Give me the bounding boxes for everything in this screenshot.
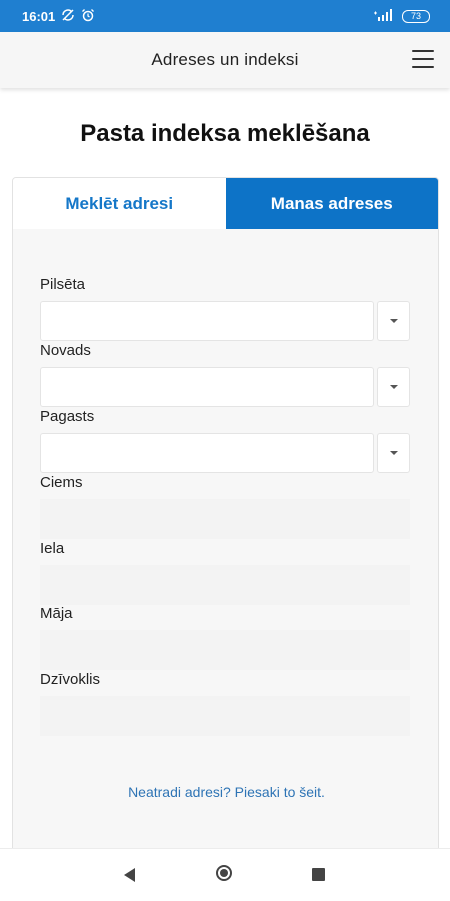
- municipality-select-input[interactable]: [40, 367, 374, 407]
- status-bar-left: 16:01: [22, 8, 95, 25]
- village-label: Ciems: [40, 474, 83, 491]
- municipality-label: Novads: [40, 342, 91, 359]
- tab-bar: Meklēt adresi Manas adreses: [13, 178, 438, 229]
- city-label: Pilsēta: [40, 276, 86, 293]
- app-title: Adreses un indeksi: [151, 50, 299, 69]
- apartment-label: Dzīvoklis: [40, 671, 101, 688]
- house-label: Māja: [40, 605, 73, 622]
- hamburger-menu-icon[interactable]: [412, 50, 434, 68]
- search-card: Meklēt adresi Manas adreses Pilsēta Nova…: [12, 177, 439, 877]
- tab-my-addresses[interactable]: Manas adreses: [225, 178, 438, 229]
- house-input[interactable]: [40, 630, 410, 670]
- parish-select-button[interactable]: [377, 433, 410, 473]
- city-select-button[interactable]: [377, 301, 410, 341]
- chevron-down-icon: [389, 385, 398, 389]
- city-select-input[interactable]: [40, 301, 374, 341]
- chevron-down-icon: [389, 451, 398, 455]
- tab-search-address[interactable]: Meklēt adresi: [13, 178, 226, 229]
- chevron-down-icon: [389, 319, 398, 323]
- parish-select-input[interactable]: [40, 433, 374, 473]
- parish-label: Pagasts: [40, 408, 95, 425]
- municipality-select-button[interactable]: [377, 367, 410, 407]
- app-bar: Adreses un indeksi: [0, 32, 450, 88]
- menu-line: [412, 58, 434, 60]
- report-address-link[interactable]: Neatradi adresi? Piesaki to šeit.: [13, 784, 438, 800]
- parish-select: [40, 433, 410, 473]
- street-input[interactable]: [40, 565, 410, 605]
- sync-off-icon: [61, 8, 75, 25]
- menu-line: [412, 50, 434, 52]
- page-title: Pasta indeksa meklēšana: [80, 120, 370, 147]
- status-time: 16:01: [22, 8, 56, 24]
- street-label: Iela: [40, 540, 65, 557]
- navigation-bar: [0, 848, 450, 901]
- signal-icon: [374, 8, 396, 24]
- municipality-select: [40, 367, 410, 407]
- city-select: [40, 301, 410, 341]
- battery-icon: 73: [402, 9, 430, 23]
- status-bar-right: 73: [374, 8, 430, 24]
- back-icon[interactable]: [124, 868, 135, 882]
- apartment-input[interactable]: [40, 696, 410, 736]
- home-icon[interactable]: [216, 865, 232, 881]
- status-bar: 16:01 73: [0, 0, 450, 32]
- recents-icon[interactable]: [312, 868, 325, 881]
- home-icon-dot: [220, 869, 228, 877]
- alarm-icon: [81, 8, 95, 25]
- menu-line: [412, 66, 434, 68]
- village-input[interactable]: [40, 499, 410, 539]
